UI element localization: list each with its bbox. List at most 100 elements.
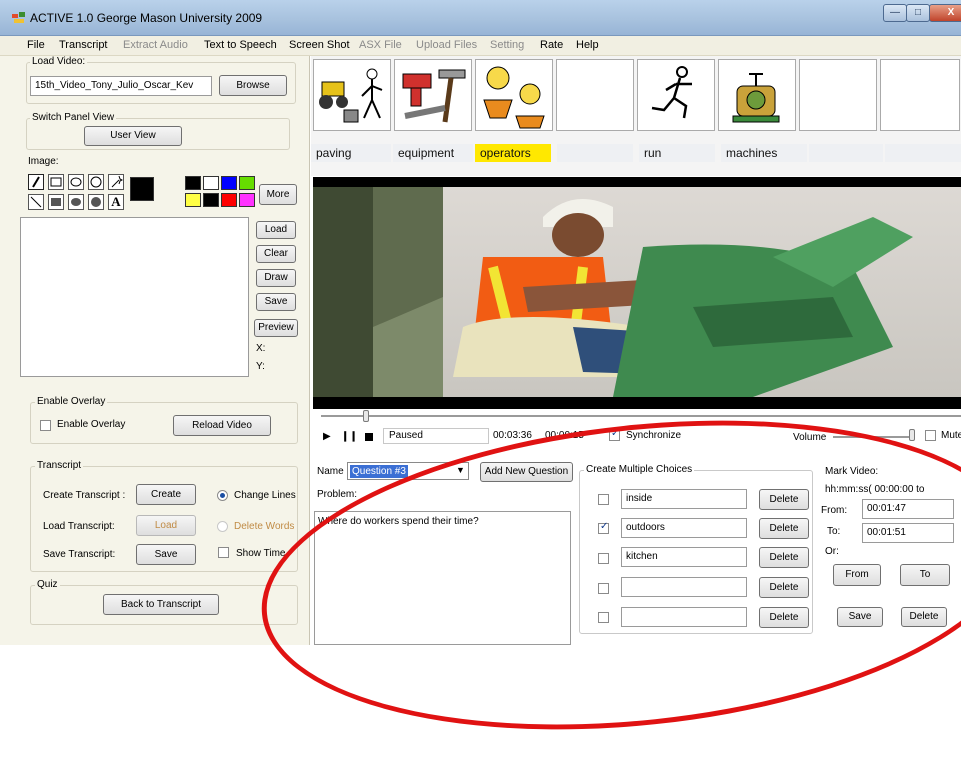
change-lines-radio[interactable] [217,490,228,501]
color-swatch[interactable] [239,193,255,207]
choice-checkbox[interactable] [598,521,609,534]
seek-track[interactable] [321,415,961,417]
menu-help[interactable]: Help [576,39,599,51]
symbol-card[interactable] [475,59,553,131]
text-tool-icon[interactable]: A [108,194,124,210]
add-new-question-button[interactable]: Add New Question [480,462,573,482]
user-view-button[interactable]: User View [84,126,182,146]
mute-checkbox[interactable] [925,430,936,441]
choice-checkbox[interactable] [598,553,609,564]
from-time-field[interactable]: 00:01:47 [862,499,954,519]
filled-circle-icon[interactable] [88,194,104,210]
menu-transcript[interactable]: Transcript [59,39,108,51]
mark-save-button[interactable]: Save [837,607,883,627]
choice-text-field[interactable] [621,607,747,627]
symbol-label: equipment [393,144,473,162]
stop-icon[interactable] [365,433,373,441]
play-icon[interactable]: ▶ [323,431,331,442]
menu-screen-shot[interactable]: Screen Shot [289,39,350,51]
symbol-card[interactable] [880,59,960,131]
delete-choice-button[interactable]: Delete [759,607,809,628]
minimize-button[interactable]: — [883,4,907,22]
symbol-card[interactable] [313,59,391,131]
color-swatch[interactable] [185,176,201,190]
browse-button[interactable]: Browse [219,75,287,96]
menu-extract-audio[interactable]: Extract Audio [123,39,188,51]
question-name-dropdown[interactable]: Question #3 ▼ [347,462,469,480]
mark-to-button[interactable]: To [900,564,950,586]
delete-choice-button[interactable]: Delete [759,489,809,510]
menu-text-to-speech[interactable]: Text to Speech [204,39,277,51]
symbol-card[interactable] [718,59,796,131]
pause-icon[interactable]: ❙❙ [341,431,358,442]
back-to-transcript-button[interactable]: Back to Transcript [103,594,219,615]
save-transcript-button[interactable]: Save [136,544,196,565]
choice-text-field[interactable]: kitchen [621,547,747,567]
delete-choice-button[interactable]: Delete [759,518,809,539]
volume-track[interactable] [833,436,913,438]
delete-choice-button[interactable]: Delete [759,547,809,568]
magic-wand-icon[interactable] [108,174,124,190]
mark-delete-button[interactable]: Delete [901,607,947,627]
symbol-card[interactable] [637,59,715,131]
choice-text-field[interactable] [621,577,747,597]
maximize-button[interactable]: □ [906,4,930,22]
choice-checkbox[interactable] [598,583,609,594]
rectangle-tool-icon[interactable] [48,174,64,190]
synchronize-checkbox[interactable] [609,428,620,441]
menu-rate[interactable]: Rate [540,39,563,51]
circle-tool-icon[interactable] [88,174,104,190]
mark-from-button[interactable]: From [833,564,881,586]
symbol-card[interactable] [799,59,877,131]
drawing-canvas[interactable] [20,217,249,377]
video-player[interactable] [313,177,961,409]
symbol-card[interactable] [556,59,634,131]
choice-checkbox[interactable] [598,612,609,623]
symbol-label: run [639,144,715,162]
color-swatch[interactable] [239,176,255,190]
filled-rectangle-icon[interactable] [48,194,64,210]
color-swatch[interactable] [221,193,237,207]
load-transcript-button[interactable]: Load [136,515,196,536]
image-draw-button[interactable]: Draw [256,269,296,287]
pencil-icon[interactable] [28,174,44,190]
symbol-card[interactable] [394,59,472,131]
create-transcript-button[interactable]: Create [136,484,196,505]
delete-choice-button[interactable]: Delete [759,577,809,598]
save-transcript-label: Save Transcript: [43,549,116,560]
overlay-group-label: Enable Overlay [35,396,108,407]
image-save-button[interactable]: Save [256,293,296,311]
choice-checkbox[interactable] [598,494,609,505]
close-button[interactable]: X [929,4,961,22]
menu-upload-files[interactable]: Upload Files [416,39,477,51]
ellipse-tool-icon[interactable] [68,174,84,190]
mark-video-format: hh:mm:ss( 00:00:00 to [825,484,925,495]
image-clear-button[interactable]: Clear [256,245,296,263]
menu-asx-file[interactable]: ASX File [359,39,402,51]
filled-ellipse-icon[interactable] [68,194,84,210]
color-swatch[interactable] [185,193,201,207]
delete-words-radio[interactable] [217,521,228,532]
chevron-down-icon[interactable]: ▼ [456,465,465,475]
choice-text-field[interactable]: inside [621,489,747,509]
show-time-checkbox[interactable] [218,547,229,558]
color-swatch[interactable] [203,193,219,207]
problem-textarea[interactable]: Where do workers spend their time? [314,511,571,645]
color-swatch[interactable] [221,176,237,190]
to-time-field[interactable]: 00:01:51 [862,523,954,543]
choice-text-field[interactable]: outdoors [621,518,747,538]
color-swatch[interactable] [203,176,219,190]
video-path-field[interactable]: 15th_Video_Tony_Julio_Oscar_Kev [30,76,212,96]
symbol-label: paving [311,144,391,162]
menu-file[interactable]: File [27,39,45,51]
image-load-button[interactable]: Load [256,221,296,239]
more-colors-button[interactable]: More [259,184,297,205]
current-color-swatch[interactable] [130,177,154,201]
volume-thumb[interactable] [909,429,915,441]
seek-thumb[interactable] [363,410,369,422]
reload-video-button[interactable]: Reload Video [173,415,271,436]
menu-setting[interactable]: Setting [490,39,524,51]
line-tool-icon[interactable] [28,194,44,210]
enable-overlay-checkbox[interactable] [40,420,51,431]
image-preview-button[interactable]: Preview [254,319,298,337]
